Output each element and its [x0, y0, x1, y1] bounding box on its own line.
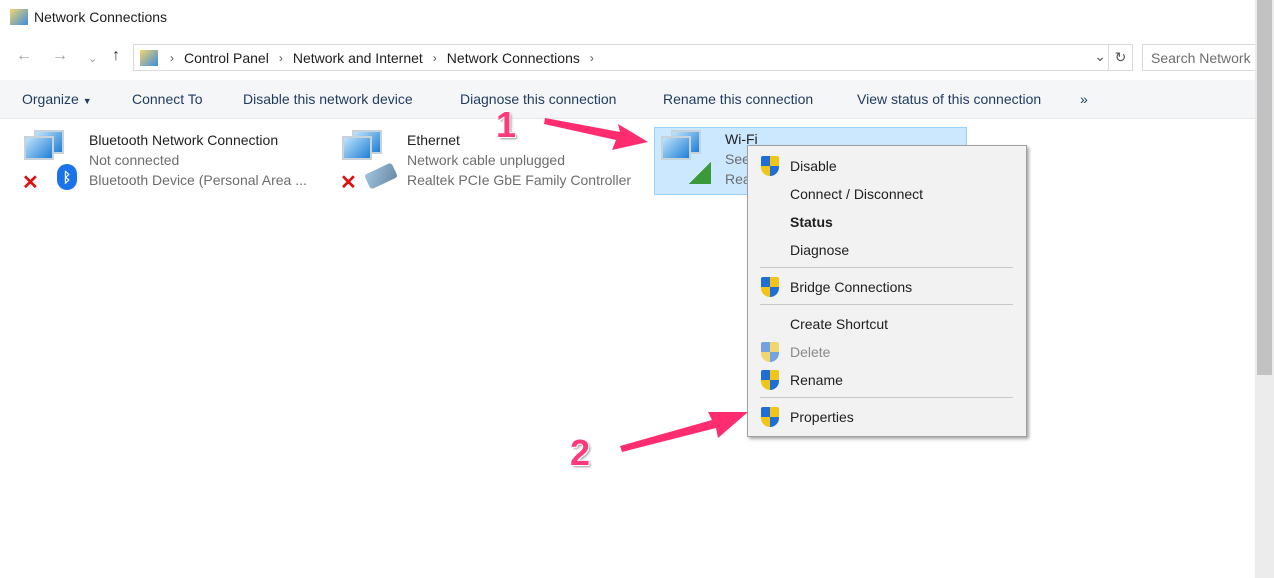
annotation-arrows [544, 118, 748, 452]
scrollbar-thumb[interactable] [1257, 0, 1272, 375]
arrow-2 [620, 412, 748, 452]
arrow-1 [544, 118, 648, 150]
